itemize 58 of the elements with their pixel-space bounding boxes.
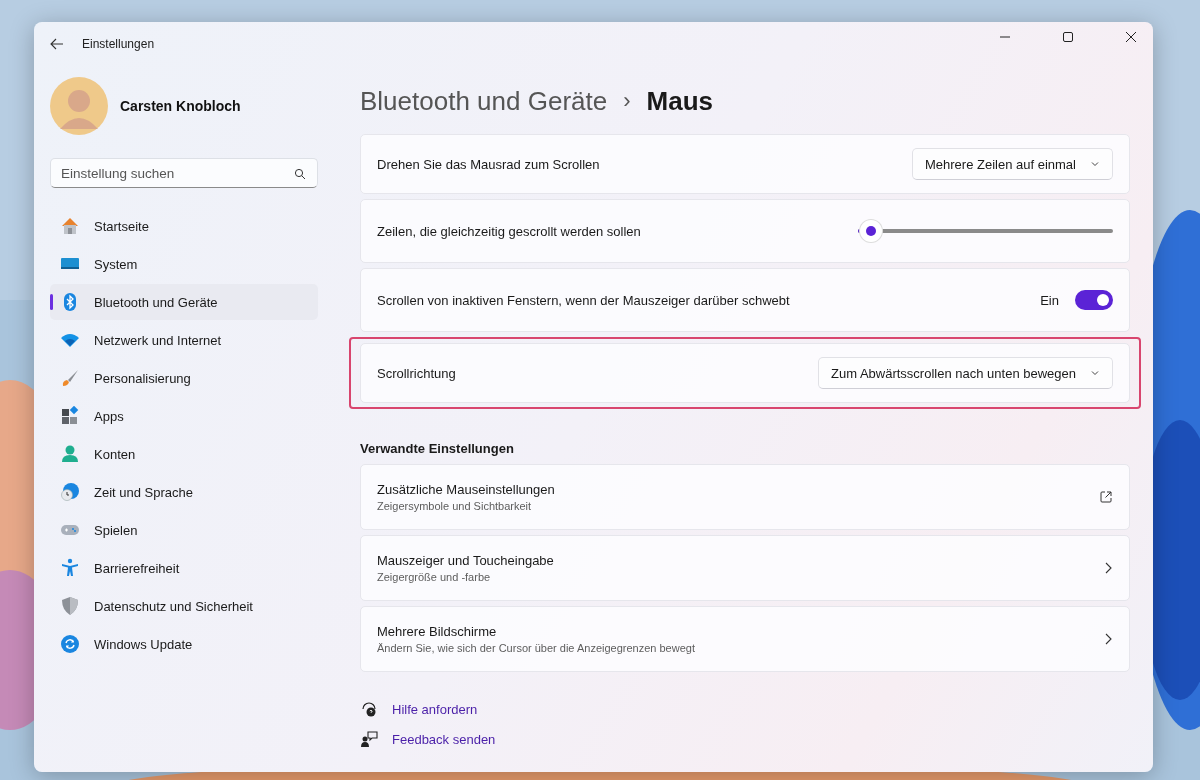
back-arrow-icon[interactable] [50,38,64,50]
setting-title: Mauszeiger und Toucheingabe [377,553,555,568]
slider-thumb[interactable] [859,220,882,242]
related-setting-card[interactable]: Zusätzliche Mauseinstellungen Zeigersymbole und Sichtbarkeit [360,464,1130,530]
sidebar-item[interactable]: Startseite [50,208,318,244]
sidebar-item[interactable]: Personalisierung [50,360,318,396]
sidebar-item[interactable]: Apps [50,398,318,434]
setting-label: Scrollen von inaktiven Fenstern, wenn der Mauszeiger darüber schwebt [377,292,791,308]
maximize-icon[interactable] [1061,31,1074,43]
accessibility-icon [60,558,80,578]
globe-clock-icon [60,482,80,502]
feedback-icon [360,730,378,748]
external-link-icon [1099,490,1113,504]
setting-label: Drehen Sie das Mausrad zum Scrollen [377,156,601,172]
page-title: Maus [646,85,713,117]
chevron-right-icon [1103,632,1113,646]
setting-title: Zusätzliche Mauseinstellungen [377,482,556,497]
avatar [50,77,108,135]
shield-icon [60,596,80,616]
help-link[interactable]: Hilfe anfordern [392,701,478,717]
breadcrumb-parent[interactable]: Bluetooth und Geräte [360,85,608,117]
dropdown[interactable]: Zum Abwärtsscrollen nach unten bewegen [818,357,1113,389]
help-icon [360,700,378,718]
related-setting-card[interactable]: Mehrere Bildschirme Ändern Sie, wie sich der Cursor über die Anzeigegrenzen bewegt [360,606,1130,672]
toggle-state: Ein [1040,292,1059,308]
chevron-right-icon [1103,561,1113,575]
home-icon [60,216,80,236]
sidebar-item[interactable]: Bluetooth und Geräte [50,284,318,320]
setting-label: Zeilen, die gleichzeitig gescrollt werden sollen [377,223,642,239]
sidebar-item[interactable]: Windows Update [50,626,318,662]
sidebar-item[interactable]: System [50,246,318,282]
window-title: Einstellungen [82,37,155,51]
setting-subtitle: Zeigersymbole und Sichtbarkeit [377,500,533,512]
breadcrumb-separator: › [623,88,631,114]
setting-subtitle: Zeigergröße und -farbe [377,571,492,583]
sidebar-item[interactable]: Netzwerk und Internet [50,322,318,358]
setting-subtitle: Ändern Sie, wie sich der Cursor über die Anzeigegrenzen bewegt [377,642,696,654]
dropdown[interactable]: Mehrere Zeilen auf einmal [911,148,1113,180]
user-name: Carsten Knobloch [120,98,241,114]
setting-label: Scrollrichtung [377,365,457,381]
sidebar-item[interactable]: Barrierefreiheit [50,550,318,586]
refresh-icon [60,634,80,654]
section-title: Verwandte Einstellungen [360,441,515,456]
chevron-down-icon [1090,368,1100,378]
sidebar-item[interactable]: Spielen [50,512,318,548]
search-field[interactable]: Einstellung suchen [50,158,318,188]
sidebar-item[interactable]: Datenschutz und Sicherheit [50,588,318,624]
search-icon [294,168,306,180]
toggle-switch[interactable] [1075,290,1113,310]
apps-icon [60,406,80,426]
chevron-down-icon [1090,159,1100,169]
setting-title: Mehrere Bildschirme [377,624,498,639]
sidebar-item[interactable]: Zeit und Sprache [50,474,318,510]
close-icon[interactable] [1124,31,1137,43]
sidebar-item[interactable]: Konten [50,436,318,472]
help-link[interactable]: Feedback senden [392,731,496,747]
person-icon [60,444,80,464]
related-setting-card[interactable]: Mauszeiger und Toucheingabe Zeigergröße und -farbe [360,535,1130,601]
